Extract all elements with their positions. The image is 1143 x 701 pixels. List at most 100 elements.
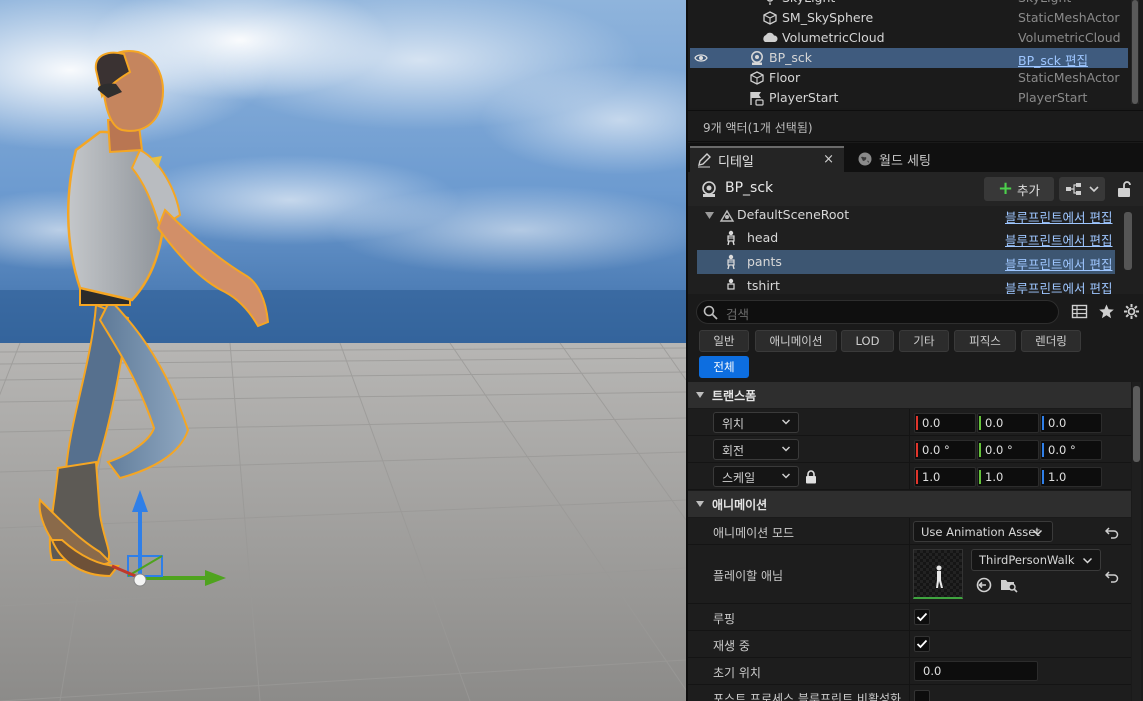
value-text: 0.0 °	[985, 443, 1013, 457]
dropdown-text: 스케일	[722, 471, 756, 485]
star-icon[interactable]	[1098, 303, 1115, 320]
property-rotation: 회전 0.0 ° 0.0 ° 0.0 °	[688, 436, 1131, 463]
dropdown-text: 회전	[722, 444, 745, 458]
property-anim-to-play: 플레이할 애님 ThirdPersonWalk	[688, 545, 1131, 604]
actor-name: SM_SkySphere	[782, 10, 874, 25]
outliner-row[interactable]: VolumetricCloud VolumetricCloud	[690, 28, 1128, 48]
static-mesh-icon	[749, 68, 765, 85]
level-viewport[interactable]	[0, 0, 686, 701]
edit-blueprint-link[interactable]: BP_sck 편집	[1018, 50, 1088, 69]
property-looping: 루핑	[688, 604, 1131, 631]
value-text: 0.0 °	[922, 443, 950, 457]
component-row-pants[interactable]: pants 블루프린트에서 편집	[697, 250, 1115, 274]
edit-in-blueprint-link[interactable]: 블루프린트에서 편집	[1005, 254, 1112, 273]
rotation-mode-dropdown[interactable]: 회전	[713, 439, 799, 460]
outliner-status-bar: 9개 액터(1개 선택됨)	[688, 110, 1143, 142]
dropdown-text: Use Animation Asset	[921, 525, 1040, 539]
plus-icon: +	[997, 178, 1014, 199]
filter-lod[interactable]: LOD	[841, 330, 894, 352]
category-transform[interactable]: 트랜스폼	[688, 382, 1131, 408]
location-mode-dropdown[interactable]: 위치	[713, 412, 799, 433]
outliner-row[interactable]: SM_SkySphere StaticMeshActor	[690, 8, 1128, 28]
table-view-icon[interactable]	[1071, 303, 1088, 320]
chevron-down-icon	[1089, 186, 1099, 193]
scale-z-input[interactable]: 1.0	[1040, 467, 1102, 487]
edit-in-blueprint-link[interactable]: 블루프린트에서 편집	[1005, 278, 1112, 294]
chevron-down-icon	[782, 419, 790, 425]
value-text: 0.0 °	[1048, 443, 1076, 457]
outliner-row[interactable]: Floor StaticMeshActor	[690, 68, 1128, 88]
playing-checkbox[interactable]	[914, 636, 930, 652]
details-header: BP_sck + 추가	[688, 172, 1143, 206]
rotation-z-input[interactable]: 0.0 °	[1040, 440, 1102, 460]
outliner-row[interactable]: PlayerStart PlayerStart	[690, 88, 1128, 108]
reset-to-default-icon[interactable]	[1105, 569, 1119, 583]
location-y-input[interactable]: 0.0	[977, 413, 1039, 433]
looping-checkbox[interactable]	[914, 609, 930, 625]
filter-misc[interactable]: 기타	[899, 330, 949, 352]
blueprint-options-button[interactable]	[1059, 177, 1105, 201]
reset-to-default-icon[interactable]	[1105, 525, 1119, 539]
gear-icon[interactable]	[1123, 303, 1140, 320]
value-text: 1.0	[922, 470, 941, 484]
edit-in-blueprint-link[interactable]: 블루프린트에서 편집	[1005, 207, 1112, 226]
scale-y-input[interactable]: 1.0	[977, 467, 1039, 487]
property-label: 루핑	[713, 612, 736, 626]
value-text: 0.0	[1048, 416, 1067, 430]
anim-asset-thumbnail[interactable]	[913, 549, 963, 599]
details-search-input[interactable]: 검색	[696, 300, 1059, 324]
outliner-scrollbar[interactable]	[1131, 0, 1139, 104]
eye-icon[interactable]	[694, 51, 708, 65]
tab-world-settings[interactable]: 월드 세팅	[851, 146, 971, 172]
filter-physics[interactable]: 피직스	[954, 330, 1016, 352]
component-tree-scrollbar[interactable]	[1124, 212, 1132, 270]
add-component-button[interactable]: + 추가	[984, 177, 1054, 201]
edit-in-blueprint-link[interactable]: 블루프린트에서 편집	[1005, 230, 1112, 249]
initial-position-input[interactable]: 0.0	[914, 661, 1038, 681]
anim-asset-dropdown[interactable]: ThirdPersonWalk	[971, 549, 1101, 571]
lock-icon[interactable]	[805, 470, 817, 484]
details-scrollbar[interactable]	[1132, 382, 1141, 701]
search-placeholder: 검색	[726, 307, 750, 322]
location-z-input[interactable]: 0.0	[1040, 413, 1102, 433]
category-animation[interactable]: 애니메이션	[688, 491, 1131, 517]
tab-details[interactable]: 디테일 ×	[690, 146, 844, 172]
disable-post-process-checkbox[interactable]	[914, 690, 930, 701]
browse-asset-icon[interactable]	[1000, 577, 1018, 593]
component-tree: DefaultSceneRoot 블루프린트에서 편집 head 블루프린트에서…	[688, 206, 1143, 294]
component-row-tshirt[interactable]: tshirt 블루프린트에서 편집	[697, 274, 1115, 294]
filter-animation[interactable]: 애니메이션	[755, 330, 837, 352]
scale-x-input[interactable]: 1.0	[914, 467, 976, 487]
outliner-row[interactable]: BP_sck BP_sck 편집	[690, 48, 1128, 68]
tree-expand-icon[interactable]	[705, 212, 714, 219]
search-icon	[703, 305, 718, 320]
category-title: 트랜스폼	[712, 388, 757, 403]
rotation-x-input[interactable]: 0.0 °	[914, 440, 976, 460]
add-component-label: 추가	[1017, 182, 1041, 198]
value-text: 0.0	[922, 416, 941, 430]
animation-mode-dropdown[interactable]: Use Animation Asset	[913, 521, 1053, 542]
filter-general[interactable]: 일반	[699, 330, 749, 352]
location-x-input[interactable]: 0.0	[914, 413, 976, 433]
skeletal-mesh-icon	[727, 254, 735, 270]
actor-name: VolumetricCloud	[782, 30, 885, 45]
close-tab-icon[interactable]: ×	[823, 152, 834, 167]
property-location: 위치 0.0 0.0 0.0	[688, 409, 1131, 436]
component-row-head[interactable]: head 블루프린트에서 편집	[697, 226, 1115, 250]
property-animation-mode: 애니메이션 모드 Use Animation Asset	[688, 518, 1131, 545]
filter-all[interactable]: 전체	[699, 356, 749, 378]
property-initial-position: 초기 위치 0.0	[688, 658, 1131, 685]
editor-side-panel: SkyLight SkyLight SM_SkySphere StaticMeshAc…	[688, 0, 1143, 701]
outliner-row[interactable]: SkyLight SkyLight	[690, 0, 1128, 8]
checkmark-icon	[916, 639, 928, 649]
actor-name: PlayerStart	[769, 90, 839, 105]
scale-mode-dropdown[interactable]: 스케일	[713, 466, 799, 487]
property-label: 재생 중	[713, 639, 750, 653]
component-row-default-scene-root[interactable]: DefaultSceneRoot 블루프린트에서 편집	[697, 206, 1115, 227]
use-selected-asset-icon[interactable]	[976, 577, 992, 593]
unlock-icon[interactable]	[1116, 180, 1132, 198]
rotation-y-input[interactable]: 0.0 °	[977, 440, 1039, 460]
filter-rendering[interactable]: 렌더링	[1021, 330, 1081, 352]
chevron-down-icon	[1033, 529, 1042, 536]
value-text: 0.0	[985, 416, 1004, 430]
